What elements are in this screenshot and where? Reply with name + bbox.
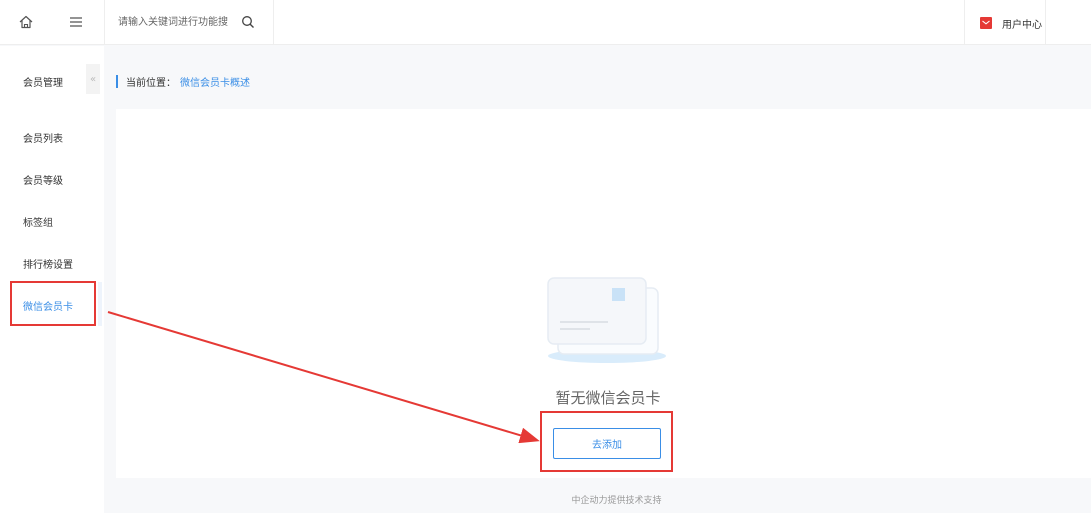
home-icon[interactable] bbox=[18, 14, 34, 30]
user-center-button[interactable]: 用户中心 bbox=[980, 15, 1042, 31]
topbar-divider bbox=[104, 0, 105, 45]
card-illustration bbox=[546, 276, 670, 368]
topbar-divider bbox=[1045, 0, 1046, 45]
search-icon[interactable] bbox=[241, 15, 255, 29]
top-bar: 用户中心 bbox=[0, 0, 1091, 45]
highlight-box-sidebar bbox=[10, 281, 96, 326]
sidebar-item-tag-group[interactable]: 标签组 bbox=[23, 214, 53, 229]
sidebar-item-member-list[interactable]: 会员列表 bbox=[23, 130, 63, 145]
sidebar-active-indicator bbox=[98, 282, 102, 326]
breadcrumb-accent-bar bbox=[116, 74, 118, 88]
breadcrumb: 当前位置： 微信会员卡概述 bbox=[116, 74, 250, 89]
topbar-divider bbox=[273, 0, 274, 45]
search-input[interactable] bbox=[118, 11, 238, 33]
breadcrumb-current[interactable]: 微信会员卡概述 bbox=[180, 74, 250, 89]
menu-icon[interactable] bbox=[68, 14, 84, 30]
highlight-box-button bbox=[540, 411, 673, 472]
sidebar-item-ranking-settings[interactable]: 排行榜设置 bbox=[23, 256, 73, 271]
mail-icon bbox=[980, 17, 992, 29]
sidebar: 会员管理 « 会员列表 会员等级 标签组 排行榜设置 微信会员卡 bbox=[0, 46, 104, 513]
topbar-divider bbox=[964, 0, 965, 45]
sidebar-collapse-button[interactable]: « bbox=[86, 64, 100, 94]
user-center-label: 用户中心 bbox=[1002, 19, 1042, 31]
footer-text: 中企动力提供技术支持 bbox=[571, 496, 662, 506]
sidebar-item-member-level[interactable]: 会员等级 bbox=[23, 172, 63, 187]
sidebar-title: 会员管理 bbox=[23, 78, 63, 89]
breadcrumb-label: 当前位置： bbox=[126, 77, 176, 89]
empty-state-text: 暂无微信会员卡 bbox=[555, 389, 661, 407]
search-box bbox=[118, 11, 268, 33]
